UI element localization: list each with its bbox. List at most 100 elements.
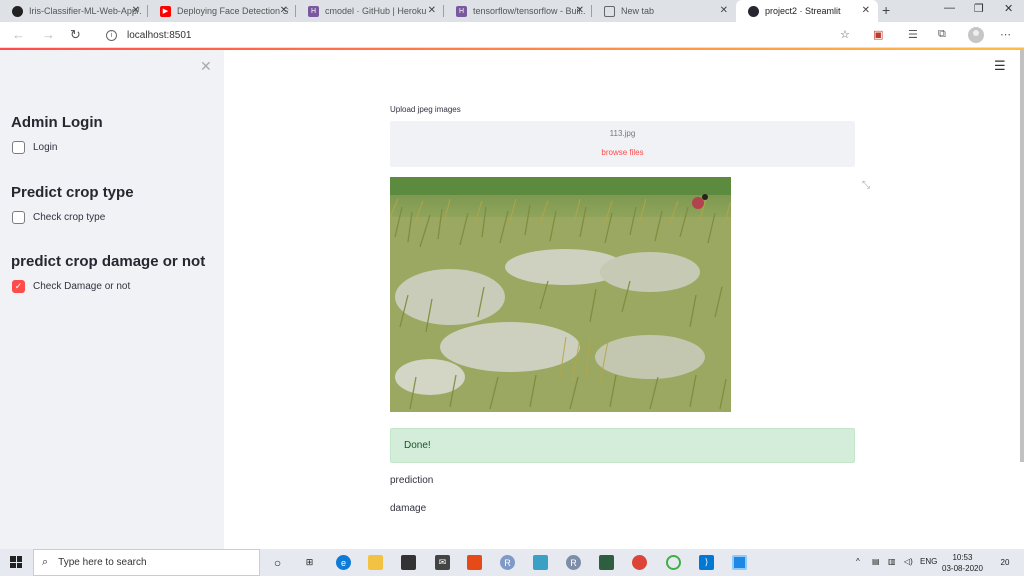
browse-files-link[interactable]: browse files <box>390 148 855 157</box>
tab-title: cmodel · GitHub | Heroku <box>325 6 427 16</box>
collections-icon[interactable]: ⧉ <box>938 28 946 41</box>
notification-count: 20 <box>1000 557 1010 567</box>
hamburger-menu-icon[interactable]: ☰ <box>994 58 1006 74</box>
check-crop-type-checkbox[interactable] <box>12 211 25 224</box>
extension-icon[interactable]: ▣ <box>873 28 883 41</box>
check-damage-checkbox[interactable]: ✓ <box>12 280 25 293</box>
heroku-icon: H <box>308 5 319 17</box>
tab-iris-classifier[interactable]: Iris-Classifier-ML-Web-App/... ✕ <box>0 0 148 22</box>
github-icon <box>12 5 23 17</box>
heroku-icon: H <box>456 5 467 17</box>
forward-arrow-icon[interactable]: → <box>42 27 55 42</box>
prediction-value: damage <box>390 503 427 514</box>
tab-tensorflow[interactable]: H tensorflow/tensorflow - Buil... ✕ <box>444 0 592 22</box>
tab-face-detection[interactable]: ▶ Deploying Face Detection St... ✕ <box>148 0 296 22</box>
tray-icon[interactable]: ▤ <box>872 557 880 566</box>
url-field[interactable]: i localhost:8501 <box>100 25 860 45</box>
close-tab-icon[interactable]: ✕ <box>428 5 436 16</box>
newtab-icon <box>604 5 615 17</box>
tab-title: Deploying Face Detection St... <box>177 6 289 16</box>
close-tab-icon[interactable]: ✕ <box>280 5 288 16</box>
tab-cmodel-heroku[interactable]: H cmodel · GitHub | Heroku ✕ <box>296 0 444 22</box>
network-icon[interactable]: ▥ <box>888 557 896 566</box>
tab-title: tensorflow/tensorflow - Buil... <box>473 6 585 16</box>
prediction-label: prediction <box>390 475 434 486</box>
search-icon: ⌕ <box>42 556 49 568</box>
taskbar-clock[interactable]: 10:53 03-08-2020 <box>942 552 983 574</box>
checkbox-label: Login <box>33 142 58 153</box>
checkbox-label: Check crop type <box>33 212 106 223</box>
streamlit-icon <box>748 5 759 17</box>
success-alert: Done! <box>390 428 855 463</box>
uploaded-crop-image <box>390 177 731 412</box>
office-icon[interactable] <box>467 555 482 570</box>
close-sidebar-icon[interactable]: ✕ <box>200 58 212 75</box>
login-checkbox-row[interactable]: Login <box>12 141 57 154</box>
close-tab-icon[interactable]: ✕ <box>720 5 728 16</box>
checkmark-icon: ✓ <box>14 281 23 291</box>
reading-list-icon[interactable]: ☰ <box>908 28 918 41</box>
main-content: ☰ Upload jpeg images 113.jpg browse file… <box>224 50 1020 549</box>
fullscreen-expand-icon[interactable]: ⤡ <box>862 180 870 191</box>
restore-icon[interactable]: ❐ <box>974 2 984 15</box>
tab-title: New tab <box>621 6 655 16</box>
tray-expand-icon[interactable]: ^ <box>856 557 860 566</box>
success-message: Done! <box>404 440 431 451</box>
check-crop-type-row[interactable]: Check crop type <box>12 211 105 224</box>
sidebar-header-predict-crop-type: Predict crop type <box>11 184 134 201</box>
tab-title: project2 · Streamlit <box>765 6 841 16</box>
file-uploader-dropzone[interactable]: 113.jpg browse files <box>390 121 855 167</box>
tab-project2-streamlit[interactable]: project2 · Streamlit ✕ <box>736 0 878 22</box>
upload-label: Upload jpeg images <box>390 105 461 114</box>
uploaded-filename: 113.jpg <box>609 129 636 138</box>
login-checkbox[interactable] <box>12 141 25 154</box>
site-info-icon[interactable]: i <box>106 29 117 41</box>
minimize-icon[interactable]: — <box>944 2 955 14</box>
address-bar: ← → ↻ i localhost:8501 ☆ ▣ ☰ ⧉ ⋯ <box>0 22 1024 48</box>
store-icon[interactable] <box>401 555 416 570</box>
sidebar: ✕ Admin Login Login Predict crop type Ch… <box>0 50 224 549</box>
checkbox-label: Check Damage or not <box>33 281 131 292</box>
window-close-icon[interactable]: ✕ <box>1004 2 1013 15</box>
edge-icon[interactable]: e <box>336 555 351 570</box>
notification-center-icon[interactable]: 20 <box>998 555 1012 569</box>
sidebar-header-admin-login: Admin Login <box>11 114 103 131</box>
youtube-icon: ▶ <box>160 5 171 17</box>
chrome-icon[interactable] <box>632 555 647 570</box>
close-tab-icon[interactable]: ✕ <box>132 5 140 16</box>
cortana-icon[interactable]: ○ <box>270 555 285 570</box>
app-icon[interactable] <box>599 555 614 570</box>
bookmark-star-icon[interactable]: ☆ <box>840 28 850 41</box>
url-text: localhost:8501 <box>127 29 192 41</box>
app-icon[interactable] <box>666 555 681 570</box>
tab-new-tab[interactable]: New tab ✕ <box>592 0 736 22</box>
clock-time: 10:53 <box>952 553 973 562</box>
tab-title: Iris-Classifier-ML-Web-App/... <box>29 6 141 16</box>
file-explorer-icon[interactable] <box>368 555 383 570</box>
more-menu-icon[interactable]: ⋯ <box>1000 28 1011 41</box>
app-icon[interactable] <box>533 555 548 570</box>
back-arrow-icon[interactable]: ← <box>12 27 25 42</box>
check-damage-row[interactable]: ✓ Check Damage or not <box>12 280 130 293</box>
language-indicator[interactable]: ENG <box>920 557 937 566</box>
r-app-icon[interactable]: R <box>500 555 515 570</box>
page-scrollbar[interactable] <box>1020 50 1024 462</box>
sidebar-header-predict-crop-damage: predict crop damage or not <box>11 253 206 270</box>
volume-icon[interactable]: ◁) <box>904 557 913 566</box>
search-placeholder: Type here to search <box>58 557 147 568</box>
rstudio-icon[interactable]: R <box>566 555 581 570</box>
profile-avatar-icon[interactable] <box>968 27 984 43</box>
new-tab-button[interactable]: + <box>882 2 890 18</box>
windows-start-icon[interactable] <box>10 556 22 568</box>
browser-tab-bar: Iris-Classifier-ML-Web-App/... ✕ ▶ Deplo… <box>0 0 1024 22</box>
close-tab-icon[interactable]: ✕ <box>576 5 584 16</box>
vscode-icon[interactable]: ⟩ <box>699 555 714 570</box>
mail-icon[interactable]: ✉ <box>435 555 450 570</box>
close-tab-icon[interactable]: ✕ <box>862 5 870 16</box>
reload-icon[interactable]: ↻ <box>70 27 81 43</box>
task-view-icon[interactable]: ⊞ <box>302 555 317 570</box>
windows-taskbar: ⌕ Type here to search ○ ⊞ e ✉ R R ⟩ ^ ▤ … <box>0 549 1024 576</box>
taskbar-search-box[interactable]: ⌕ Type here to search <box>33 549 260 576</box>
clock-date: 03-08-2020 <box>942 564 983 573</box>
browser-icon[interactable] <box>732 555 747 570</box>
